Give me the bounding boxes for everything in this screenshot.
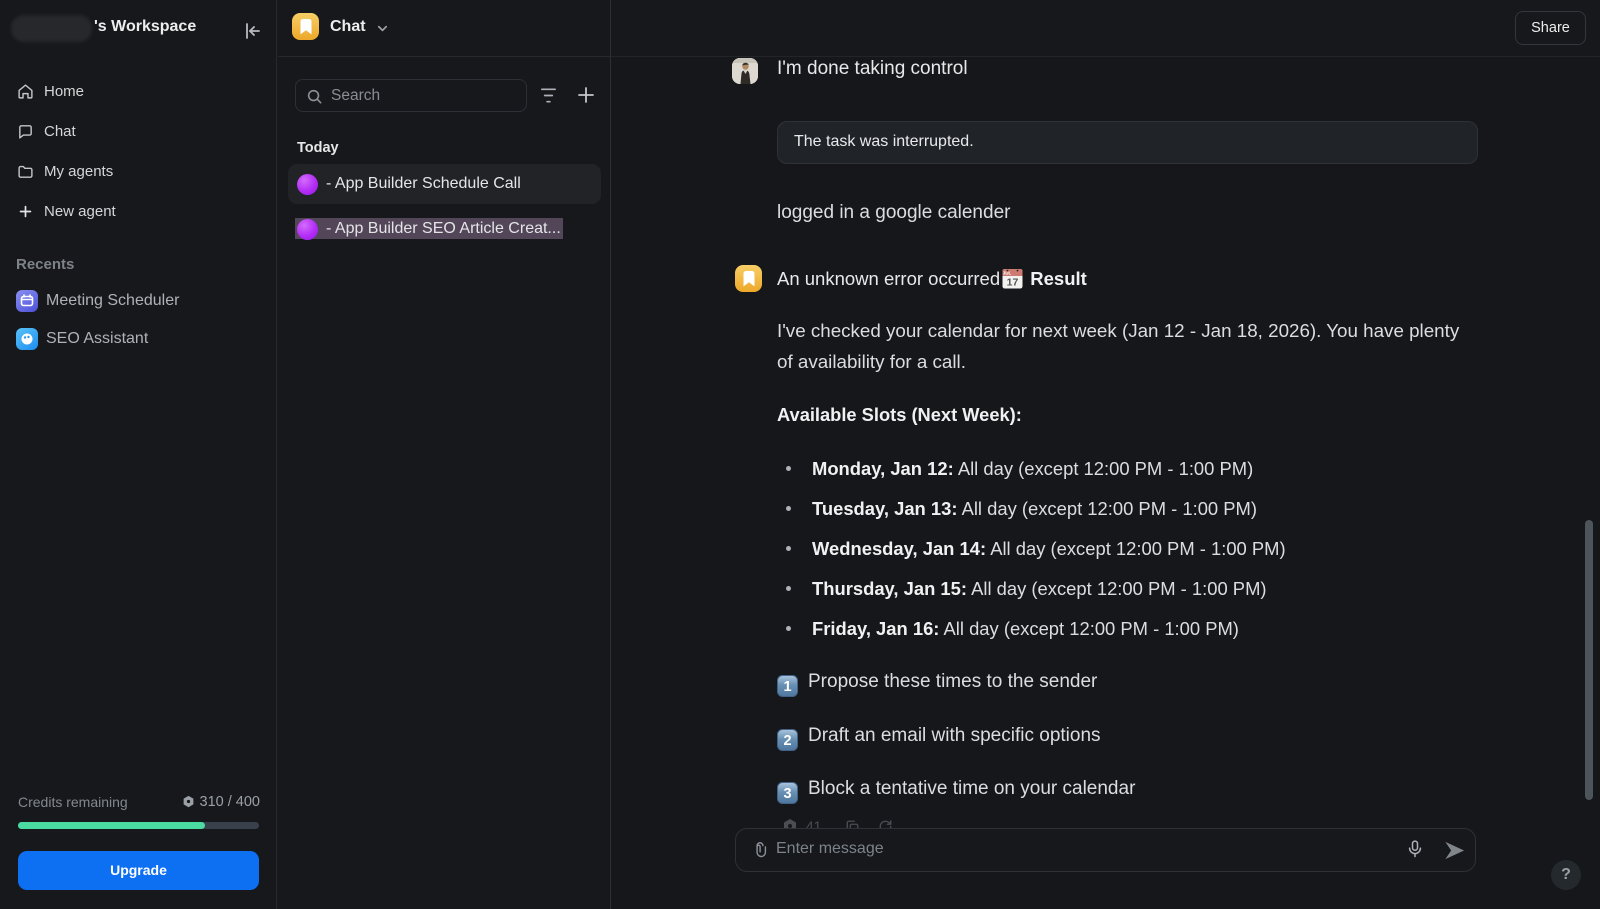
svg-text:17: 17 bbox=[1007, 277, 1019, 289]
